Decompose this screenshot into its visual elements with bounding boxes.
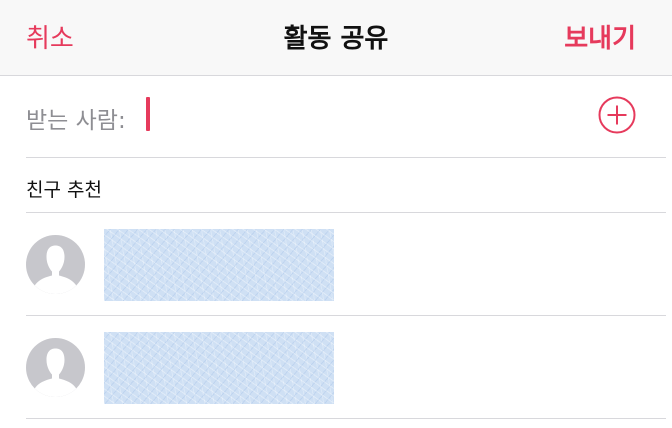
person-silhouette-icon	[26, 338, 85, 397]
send-button[interactable]: 보내기	[564, 18, 636, 55]
contact-row[interactable]	[26, 316, 666, 419]
suggestions-header: 친구 추천	[26, 158, 666, 213]
recipient-label: 받는 사람:	[26, 108, 126, 134]
contact-name	[104, 229, 334, 301]
contact-name	[104, 332, 334, 404]
suggestions-title: 친구 추천	[26, 179, 102, 201]
plus-circle-icon	[598, 96, 636, 134]
text-cursor	[146, 97, 150, 131]
recipient-row: 받는 사람:	[26, 76, 666, 158]
person-silhouette-icon	[26, 235, 85, 294]
navigation-bar: 취소 활동 공유 보내기	[0, 0, 672, 76]
recipient-input[interactable]	[144, 96, 564, 134]
add-contact-button[interactable]	[598, 96, 636, 134]
contact-row[interactable]	[26, 213, 666, 316]
